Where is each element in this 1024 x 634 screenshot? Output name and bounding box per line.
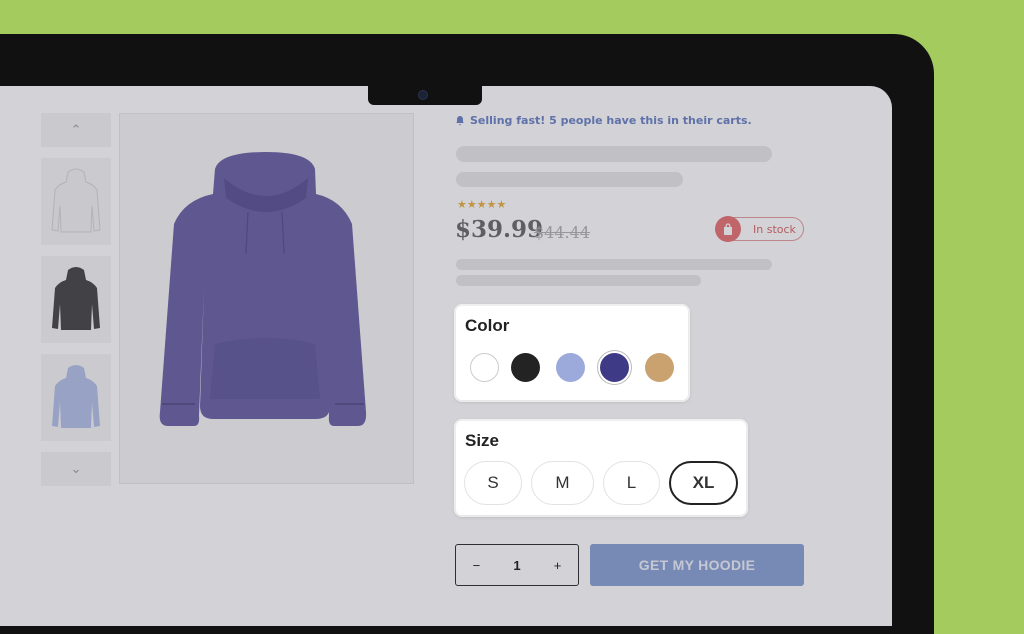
color-swatch-black[interactable] xyxy=(511,353,540,382)
color-picker: Color xyxy=(456,306,688,400)
size-picker-title: Size xyxy=(465,431,500,450)
color-swatch-white[interactable] xyxy=(470,353,499,382)
laptop-frame: ⌃ ⌄ Selling fast! 5 people have this in … xyxy=(0,34,934,634)
product-page: ⌃ ⌄ Selling fast! 5 people have this in … xyxy=(0,86,892,626)
camera-icon xyxy=(419,91,427,99)
color-picker-title: Color xyxy=(465,316,510,335)
color-swatch-tan[interactable] xyxy=(645,353,674,382)
page-dim-overlay xyxy=(0,86,892,626)
size-option-l[interactable]: L xyxy=(603,461,660,505)
color-swatch-purple-selected[interactable] xyxy=(600,353,629,382)
size-picker: Size S M L XL xyxy=(456,421,746,515)
size-option-s[interactable]: S xyxy=(464,461,522,505)
size-option-xl-selected[interactable]: XL xyxy=(669,461,738,505)
camera-notch xyxy=(368,86,482,105)
size-option-m[interactable]: M xyxy=(531,461,594,505)
color-swatch-light-blue[interactable] xyxy=(556,353,585,382)
